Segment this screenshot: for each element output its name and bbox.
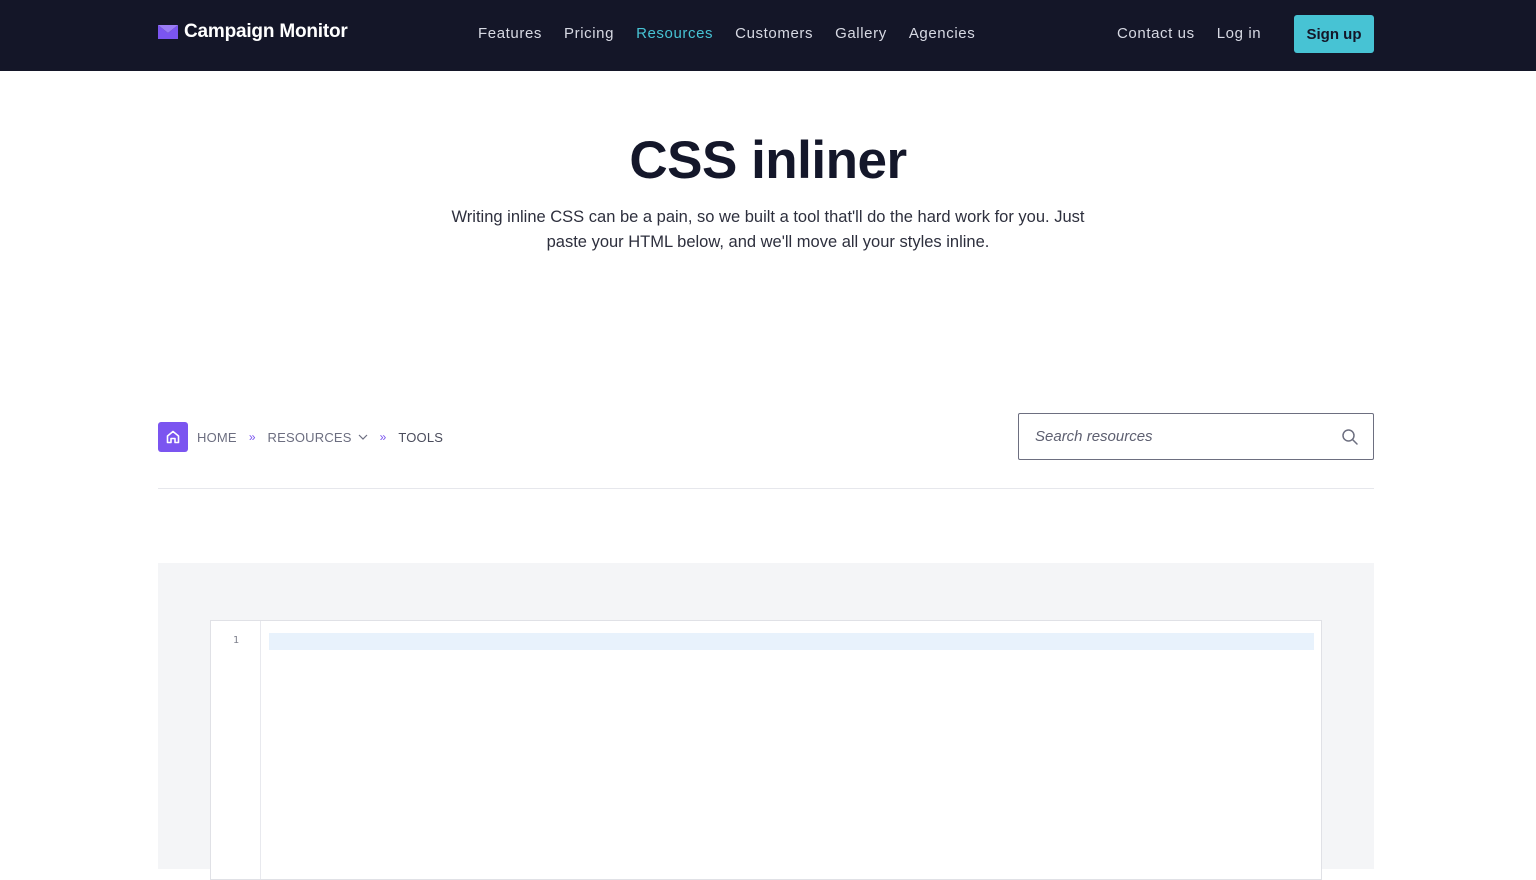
html-code-editor[interactable]: 1 bbox=[210, 620, 1322, 880]
nav-gallery[interactable]: Gallery bbox=[835, 25, 887, 42]
breadcrumb-resources[interactable]: RESOURCES bbox=[268, 430, 368, 445]
editor-panel: 1 bbox=[158, 563, 1374, 880]
sign-up-button[interactable]: Sign up bbox=[1294, 15, 1374, 53]
search-icon[interactable] bbox=[1341, 428, 1359, 446]
contact-us-link[interactable]: Contact us bbox=[1117, 25, 1195, 42]
home-button[interactable] bbox=[158, 422, 188, 452]
line-gutter: 1 bbox=[211, 621, 261, 879]
nav-features[interactable]: Features bbox=[478, 25, 542, 42]
page-title: CSS inliner bbox=[629, 131, 907, 190]
line-number: 1 bbox=[232, 635, 240, 646]
envelope-logo-icon bbox=[158, 25, 178, 39]
chevron-down-icon bbox=[358, 434, 368, 440]
breadcrumb-separator: » bbox=[248, 430, 256, 444]
nav-customers[interactable]: Customers bbox=[735, 25, 813, 42]
nav-agencies[interactable]: Agencies bbox=[909, 25, 976, 42]
section-divider bbox=[158, 488, 1374, 489]
active-code-line[interactable] bbox=[269, 633, 1314, 650]
search-input[interactable] bbox=[1019, 414, 1319, 459]
main-nav: Features Pricing Resources Customers Gal… bbox=[478, 25, 997, 42]
log-in-link[interactable]: Log in bbox=[1217, 25, 1261, 42]
nav-resources[interactable]: Resources bbox=[636, 25, 713, 42]
brand-logo[interactable]: Campaign Monitor bbox=[158, 20, 348, 44]
home-icon bbox=[166, 430, 180, 444]
breadcrumb-separator: » bbox=[379, 430, 387, 444]
nav-pricing[interactable]: Pricing bbox=[564, 25, 614, 42]
breadcrumb: HOME » RESOURCES » TOOLS bbox=[158, 422, 443, 452]
account-nav: Contact us Log in bbox=[1117, 25, 1283, 42]
breadcrumb-resources-label: RESOURCES bbox=[267, 429, 352, 445]
page-subtitle: Writing inline CSS can be a pain, so we … bbox=[451, 208, 1085, 251]
search-resources-box bbox=[1018, 413, 1374, 460]
brand-name: Campaign Monitor bbox=[184, 21, 348, 42]
top-navigation: Campaign Monitor Features Pricing Resour… bbox=[0, 0, 1536, 71]
breadcrumb-tools: TOOLS bbox=[398, 429, 444, 445]
breadcrumb-home[interactable]: HOME bbox=[197, 430, 237, 445]
